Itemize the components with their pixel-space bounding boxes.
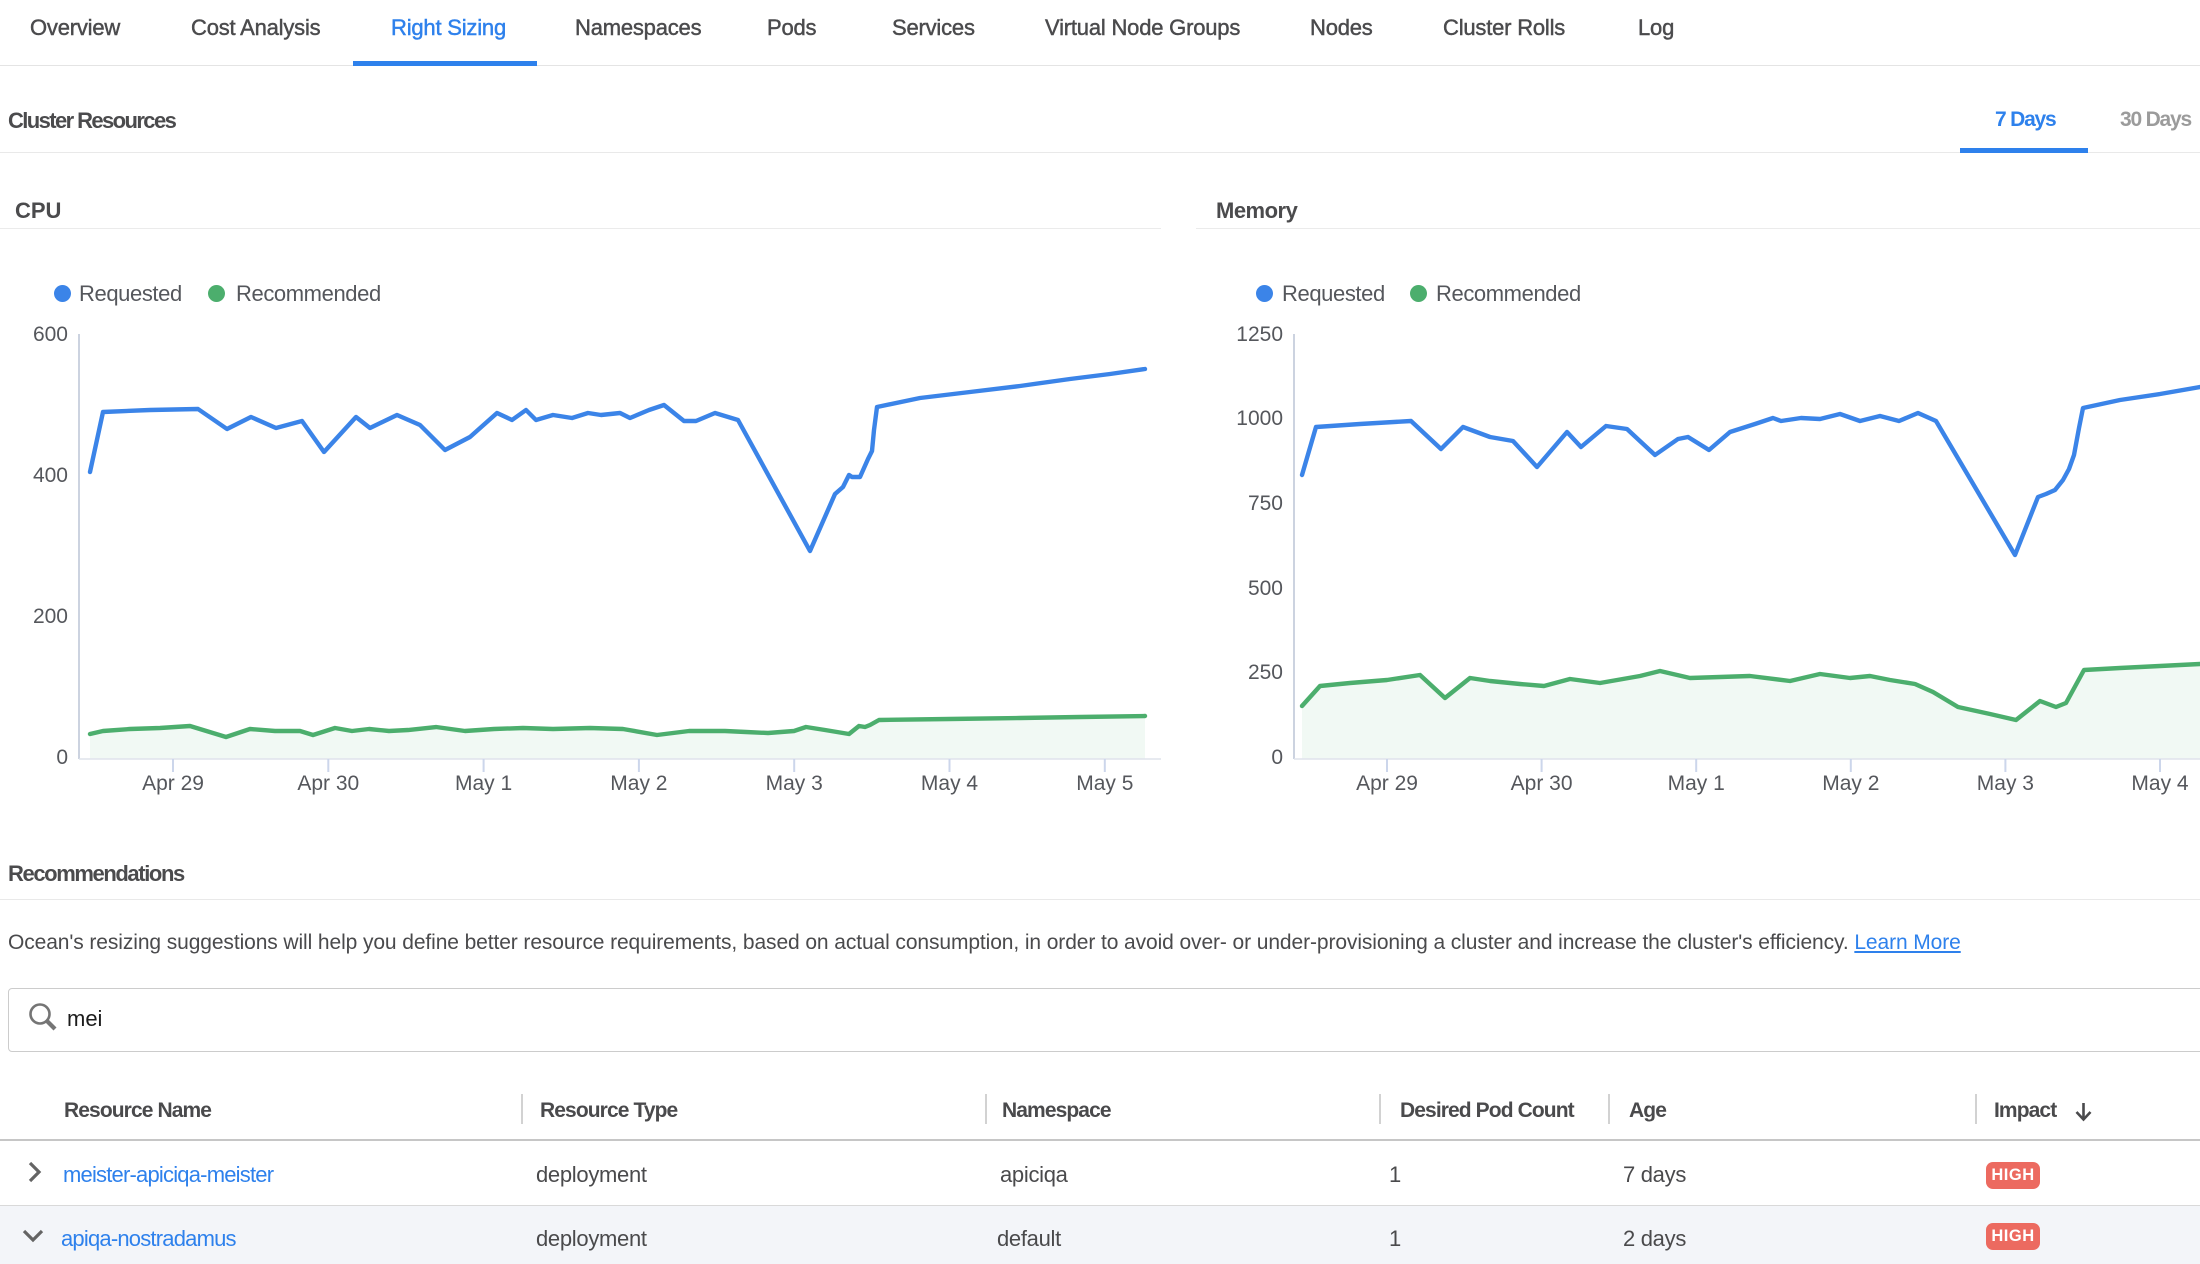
svg-text:0: 0: [1271, 746, 1283, 769]
svg-text:May 3: May 3: [1977, 772, 2034, 795]
svg-text:600: 600: [33, 323, 68, 346]
svg-text:May 4: May 4: [921, 772, 979, 795]
svg-text:400: 400: [33, 464, 68, 487]
svg-text:1000: 1000: [1236, 407, 1283, 430]
svg-text:May 2: May 2: [610, 772, 667, 795]
svg-text:500: 500: [1248, 577, 1283, 600]
svg-text:Apr 29: Apr 29: [142, 772, 204, 795]
svg-text:May 4: May 4: [2131, 772, 2189, 795]
svg-text:Apr 29: Apr 29: [1356, 772, 1418, 795]
svg-text:Apr 30: Apr 30: [1511, 772, 1573, 795]
svg-text:1250: 1250: [1236, 323, 1283, 346]
svg-text:750: 750: [1248, 492, 1283, 515]
svg-text:0: 0: [56, 746, 68, 769]
svg-text:May 1: May 1: [1668, 772, 1725, 795]
svg-text:May 3: May 3: [766, 772, 823, 795]
svg-text:May 1: May 1: [455, 772, 512, 795]
svg-text:May 5: May 5: [1076, 772, 1133, 795]
svg-text:Apr 30: Apr 30: [297, 772, 359, 795]
svg-text:200: 200: [33, 605, 68, 628]
svg-text:May 2: May 2: [1822, 772, 1879, 795]
svg-text:250: 250: [1248, 661, 1283, 684]
